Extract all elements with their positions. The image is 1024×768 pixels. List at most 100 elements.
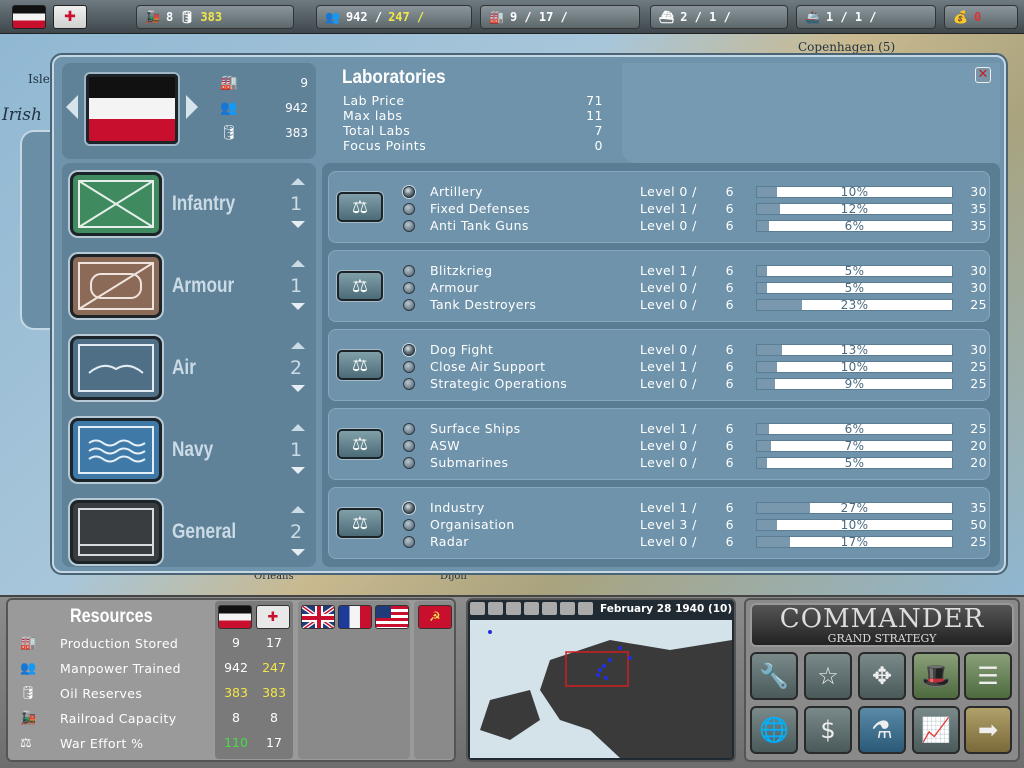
tech-row[interactable]: Artillery Level 0 / 6 10% 30	[403, 183, 987, 200]
air-labs-down[interactable]	[291, 385, 305, 392]
tech-row[interactable]: Strategic Operations Level 0 / 6 9% 25	[403, 375, 987, 392]
tech-radio[interactable]	[403, 535, 415, 548]
labs-label: Total Labs	[343, 123, 411, 138]
repair-button[interactable]: 🔧	[750, 652, 798, 700]
tech-radio[interactable]	[403, 264, 415, 277]
union-jack-icon	[302, 606, 334, 628]
labs-value: 11	[586, 108, 603, 123]
tech-row[interactable]: ASW Level 0 / 6 7% 20	[403, 437, 987, 454]
research-button[interactable]: ⚗	[858, 706, 906, 754]
category-air-label: Air	[172, 356, 196, 379]
reports-button[interactable]: ☰	[964, 652, 1012, 700]
tech-row[interactable]: Dog Fight Level 0 / 6 13% 30	[403, 341, 987, 358]
assign-lab-button[interactable]: ⚖	[337, 429, 383, 459]
italy-flag[interactable]: ✚	[53, 5, 87, 29]
armour-labs-down[interactable]	[291, 303, 305, 310]
tech-radio[interactable]	[403, 501, 415, 514]
train-icon: 🚂	[20, 710, 37, 726]
tech-radio[interactable]	[403, 343, 415, 356]
assign-lab-button[interactable]: ⚖	[337, 350, 383, 380]
assign-lab-button[interactable]: ⚖	[337, 508, 383, 538]
air-labs-up[interactable]	[291, 342, 305, 349]
money-value: 0	[973, 10, 982, 24]
tech-radio[interactable]	[403, 281, 415, 294]
france-flag[interactable]	[338, 605, 372, 629]
tech-radio[interactable]	[403, 202, 415, 215]
tech-row[interactable]: Submarines Level 0 / 6 5% 20	[403, 454, 987, 471]
navy-labs-up[interactable]	[291, 424, 305, 431]
infantry-labs-down[interactable]	[291, 221, 305, 228]
germany-flag[interactable]	[12, 5, 46, 29]
tech-radio[interactable]	[403, 456, 415, 469]
filter-weather-icon[interactable]	[524, 602, 539, 615]
filter-terrain-icon[interactable]	[470, 602, 485, 615]
italy-emblem-icon: ✚	[64, 9, 76, 25]
tech-radio[interactable]	[403, 377, 415, 390]
tech-row[interactable]: Organisation Level 3 / 6 10% 50	[403, 516, 987, 533]
assign-lab-button[interactable]: ⚖	[337, 271, 383, 301]
assign-lab-button[interactable]: ⚖	[337, 192, 383, 222]
filter-star-icon[interactable]	[560, 602, 575, 615]
ussr-flag[interactable]: ☭	[418, 605, 452, 629]
general-labs-up[interactable]	[291, 506, 305, 513]
tech-level: Level 1 /	[640, 421, 697, 436]
tech-name: Surface Ships	[430, 421, 521, 436]
category-air-button[interactable]	[70, 336, 162, 400]
manpower-box: 👥 942 / 247 /	[316, 5, 472, 29]
end-turn-button[interactable]: ➡	[964, 706, 1012, 754]
category-armour-button[interactable]	[70, 254, 162, 318]
tech-max-level: 6	[725, 500, 734, 515]
category-general-button[interactable]	[70, 500, 162, 564]
tech-radio[interactable]	[403, 360, 415, 373]
tech-name: Submarines	[430, 455, 509, 470]
tech-row[interactable]: Surface Ships Level 1 / 6 6% 25	[403, 420, 987, 437]
germany-flag-small[interactable]	[218, 605, 252, 629]
navy-labs-down[interactable]	[291, 467, 305, 474]
filter-search-icon[interactable]	[578, 602, 593, 615]
filter-fleet-icon[interactable]	[542, 602, 557, 615]
economy-button[interactable]: $	[804, 706, 852, 754]
tech-row[interactable]: Tank Destroyers Level 0 / 6 23% 25	[403, 296, 987, 313]
prev-country-arrow[interactable]	[66, 95, 78, 119]
usa-flag[interactable]	[375, 605, 409, 629]
tech-row[interactable]: Radar Level 0 / 6 17% 25	[403, 533, 987, 550]
diplomacy-button[interactable]: 🎩	[912, 652, 960, 700]
next-country-arrow[interactable]	[186, 95, 198, 119]
tech-row[interactable]: Fixed Defenses Level 1 / 6 12% 35	[403, 200, 987, 217]
close-button[interactable]: ✕	[975, 67, 991, 83]
resource-label: Manpower Trained	[60, 660, 181, 676]
filter-supply-icon[interactable]	[506, 602, 521, 615]
category-navy-button[interactable]	[70, 418, 162, 482]
tech-row[interactable]: Close Air Support Level 1 / 6 10% 25	[403, 358, 987, 375]
tech-radio[interactable]	[403, 518, 415, 531]
tech-row[interactable]: Industry Level 1 / 6 27% 35	[403, 499, 987, 516]
tech-row[interactable]: Armour Level 0 / 6 5% 30	[403, 279, 987, 296]
wrench-icon: 🔧	[759, 662, 789, 690]
globe-button[interactable]: 🌐	[750, 706, 798, 754]
statistics-button[interactable]: 📈	[912, 706, 960, 754]
tech-row[interactable]: Anti Tank Guns Level 0 / 6 6% 35	[403, 217, 987, 234]
armour-labs-up[interactable]	[291, 260, 305, 267]
minimap[interactable]	[470, 620, 732, 758]
tech-max-level: 6	[725, 517, 734, 532]
move-button[interactable]: ✥	[858, 652, 906, 700]
resource-value-italy: 17	[266, 635, 282, 650]
country-oil-value: 383	[285, 126, 308, 140]
tech-radio[interactable]	[403, 185, 415, 198]
category-infantry-button[interactable]	[70, 172, 162, 236]
generals-button[interactable]: ☆	[804, 652, 852, 700]
general-labs-down[interactable]	[291, 549, 305, 556]
tech-radio[interactable]	[403, 298, 415, 311]
tech-name: Armour	[430, 280, 479, 295]
filter-ships-icon[interactable]	[488, 602, 503, 615]
tech-radio[interactable]	[403, 219, 415, 232]
infantry-labs-up[interactable]	[291, 178, 305, 185]
italy-flag-small[interactable]: ✚	[256, 605, 290, 629]
general-icon	[78, 508, 154, 556]
tech-radio[interactable]	[403, 439, 415, 452]
labs-row-total-labs: Total Labs 7	[343, 123, 603, 138]
uk-flag[interactable]	[301, 605, 335, 629]
tech-radio[interactable]	[403, 422, 415, 435]
scales-icon: ⚖	[20, 735, 33, 751]
tech-row[interactable]: Blitzkrieg Level 1 / 6 5% 30	[403, 262, 987, 279]
